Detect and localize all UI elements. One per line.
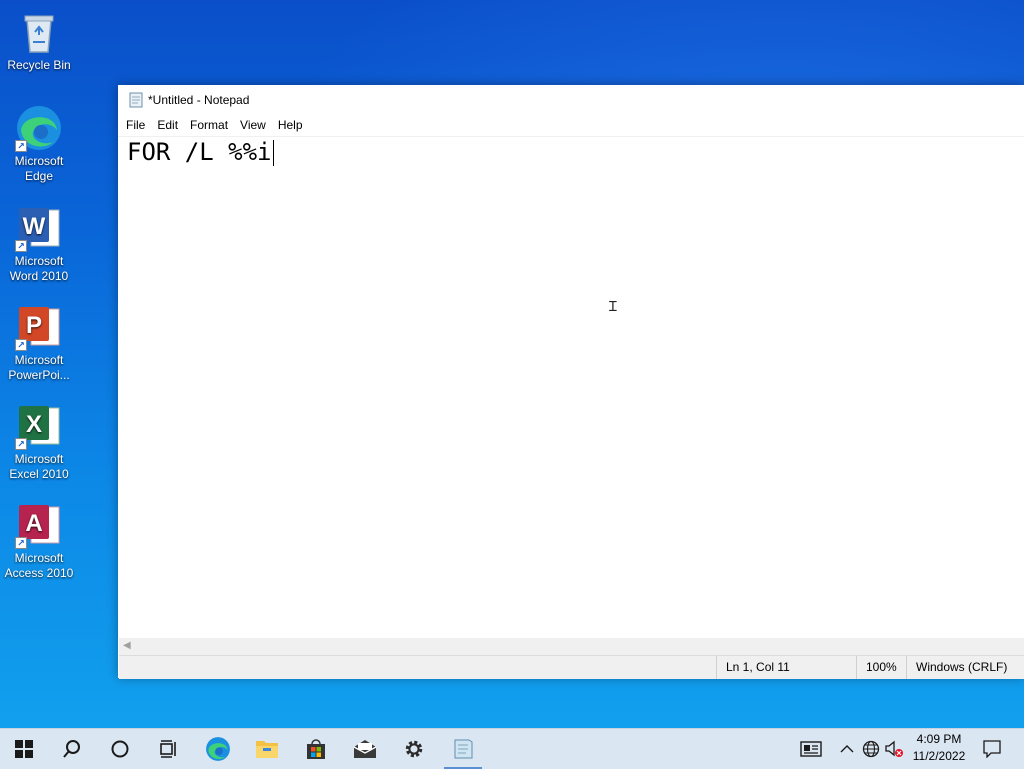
window-title: *Untitled - Notepad xyxy=(148,92,250,107)
cortana-button[interactable] xyxy=(97,729,143,769)
shortcut-arrow-icon: ↗ xyxy=(15,240,27,252)
tray-volume[interactable] xyxy=(883,729,905,769)
edge-icon xyxy=(206,737,230,761)
news-icon xyxy=(800,741,822,757)
start-button[interactable] xyxy=(1,729,47,769)
powerpoint-icon: P ↗ xyxy=(15,303,63,351)
svg-text:X: X xyxy=(26,411,42,438)
taskbar-mail[interactable] xyxy=(342,729,388,769)
clock-time: 4:09 PM xyxy=(916,732,962,746)
access-icon: A ↗ xyxy=(15,501,63,549)
menu-format[interactable]: Format xyxy=(184,115,234,135)
menu-file[interactable]: File xyxy=(120,115,151,135)
mail-icon xyxy=(353,740,377,758)
menu-view[interactable]: View xyxy=(234,115,272,135)
taskbar-notepad[interactable] xyxy=(440,729,486,769)
shortcut-arrow-icon: ↗ xyxy=(15,438,27,450)
clock-date: 11/2/2022 xyxy=(912,749,966,763)
svg-text:A: A xyxy=(25,510,42,537)
notepad-window[interactable]: *Untitled - Notepad File Edit Format Vie… xyxy=(118,85,1024,679)
desktop-icon-label: Microsoft Edge xyxy=(14,154,64,183)
notification-icon xyxy=(983,740,1001,758)
task-view-button[interactable] xyxy=(145,729,191,769)
shortcut-arrow-icon: ↗ xyxy=(15,140,27,152)
title-bar[interactable]: *Untitled - Notepad xyxy=(118,85,1024,114)
desktop-icon-label: Microsoft Word 2010 xyxy=(9,254,69,283)
menu-help[interactable]: Help xyxy=(272,115,309,135)
taskbar-store[interactable] xyxy=(293,729,339,769)
volume-muted-icon xyxy=(885,740,903,757)
status-position: Ln 1, Col 11 xyxy=(716,656,856,679)
menu-edit[interactable]: Edit xyxy=(151,115,184,135)
windows-logo-icon xyxy=(15,740,33,758)
desktop-icon-label: Recycle Bin xyxy=(7,58,71,72)
gear-icon xyxy=(405,740,423,758)
desktop-icon-access[interactable]: A ↗ Microsoft Access 2010 xyxy=(2,501,76,581)
task-view-icon xyxy=(160,740,176,758)
system-clock[interactable]: 4:09 PM 11/2/2022 xyxy=(904,731,974,765)
notepad-icon xyxy=(128,92,144,108)
word-icon: W ↗ xyxy=(15,204,63,252)
horizontal-scrollbar[interactable]: ◀ xyxy=(119,638,1024,655)
text-editor[interactable]: FOR /L %%i Ɪ xyxy=(119,137,1024,638)
tray-show-hidden[interactable] xyxy=(836,729,858,769)
status-zoom: 100% xyxy=(856,656,906,679)
action-center-button[interactable] xyxy=(978,729,1006,769)
status-bar: Ln 1, Col 11 100% Windows (CRLF) xyxy=(119,655,1024,679)
search-button[interactable] xyxy=(49,729,95,769)
desktop-icon-label: Microsoft PowerPoi... xyxy=(8,353,70,382)
desktop-icon-edge[interactable]: ↗ Microsoft Edge xyxy=(2,104,76,184)
taskbar-file-explorer[interactable] xyxy=(244,729,290,769)
edge-icon: ↗ xyxy=(15,104,63,152)
svg-text:W: W xyxy=(23,213,46,240)
shortcut-arrow-icon: ↗ xyxy=(15,339,27,351)
tray-news[interactable] xyxy=(796,729,826,769)
ibeam-cursor-icon: Ɪ xyxy=(609,299,617,315)
desktop-icon-label: Microsoft Access 2010 xyxy=(4,551,74,580)
store-icon xyxy=(307,739,325,759)
desktop-icon-powerpoint[interactable]: P ↗ Microsoft PowerPoi... xyxy=(2,303,76,383)
text-caret xyxy=(272,140,274,166)
excel-icon: X ↗ xyxy=(15,402,63,450)
svg-text:P: P xyxy=(26,312,42,339)
desktop-icon-word[interactable]: W ↗ Microsoft Word 2010 xyxy=(2,204,76,284)
desktop-icon-label: Microsoft Excel 2010 xyxy=(9,452,69,481)
folder-icon xyxy=(256,741,278,758)
recycle-bin-icon xyxy=(15,8,63,56)
taskbar-edge[interactable] xyxy=(195,729,241,769)
menu-bar: File Edit Format View Help xyxy=(118,114,1024,137)
editor-line: FOR /L %%i xyxy=(127,137,274,167)
status-line-ending: Windows (CRLF) xyxy=(906,656,1024,679)
scroll-left-icon[interactable]: ◀ xyxy=(123,640,131,651)
tray-network[interactable] xyxy=(860,729,882,769)
shortcut-arrow-icon: ↗ xyxy=(15,537,27,549)
taskbar-settings[interactable] xyxy=(391,729,437,769)
taskbar: 4:09 PM 11/2/2022 xyxy=(0,728,1024,769)
search-icon xyxy=(63,740,80,758)
editor-content: FOR /L %%i xyxy=(127,138,272,166)
desktop-icon-recycle-bin[interactable]: Recycle Bin xyxy=(2,8,76,73)
desktop-icon-excel[interactable]: X ↗ Microsoft Excel 2010 xyxy=(2,402,76,482)
notepad-icon xyxy=(454,739,473,759)
cortana-icon xyxy=(111,740,129,758)
chevron-up-icon xyxy=(840,745,854,753)
network-globe-icon xyxy=(862,740,880,758)
